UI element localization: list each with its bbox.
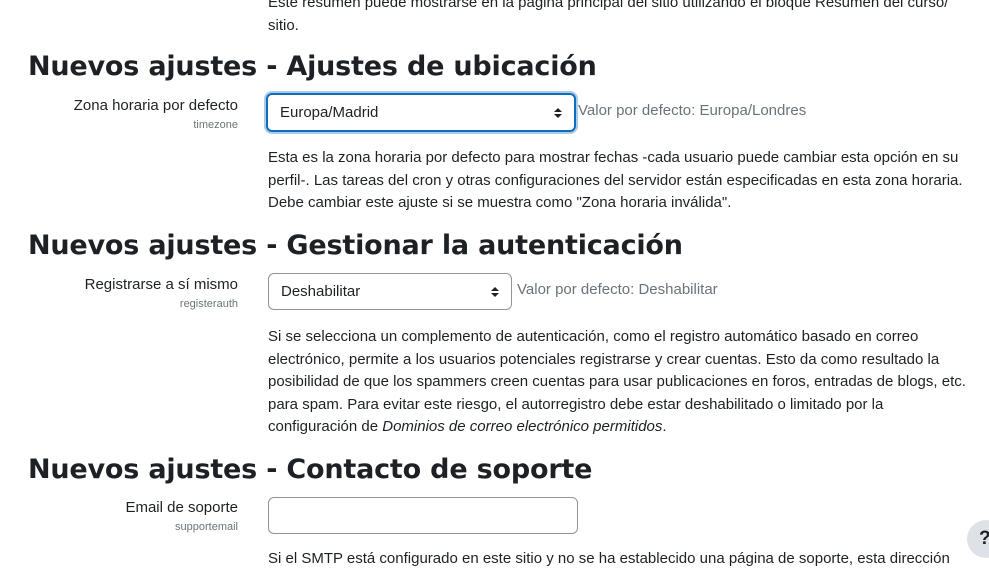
timezone-select-value: Europa/Madrid bbox=[280, 104, 379, 121]
supportemail-description: Si el SMTP está configurado en este siti… bbox=[268, 550, 950, 567]
registerauth-description: Si se selecciona un complemento de auten… bbox=[268, 326, 968, 439]
select-arrows-icon bbox=[554, 107, 562, 118]
supportemail-input[interactable] bbox=[268, 497, 578, 534]
help-icon: ? bbox=[979, 528, 989, 550]
registerauth-select-value: Deshabilitar bbox=[281, 283, 361, 300]
allowed-email-domains-link: Dominios de correo electrónico permitido… bbox=[382, 418, 663, 435]
registerauth-select[interactable]: Deshabilitar bbox=[268, 273, 512, 310]
registerauth-label: Registrarse a sí mismo bbox=[84, 276, 238, 293]
supportemail-label: Email de soporte bbox=[125, 499, 238, 516]
registerauth-default-value: Valor por defecto: Deshabilitar bbox=[517, 281, 718, 298]
section-heading-authentication: Nuevos ajustes - Gestionar la autenticac… bbox=[28, 230, 683, 261]
section-heading-location: Nuevos ajustes - Ajustes de ubicación bbox=[28, 51, 597, 82]
timezone-label: Zona horaria por defecto bbox=[73, 97, 238, 114]
timezone-sublabel: timezone bbox=[193, 119, 238, 131]
timezone-description: Esta es la zona horaria por defecto para… bbox=[268, 149, 963, 211]
help-button[interactable]: ? bbox=[967, 520, 989, 558]
timezone-default-value: Valor por defecto: Europa/Londres bbox=[578, 102, 807, 119]
registerauth-sublabel: registerauth bbox=[179, 298, 238, 310]
supportemail-sublabel: supportemail bbox=[175, 521, 238, 533]
course-summary-description-line1: Este resumen puede mostrarse en la págin… bbox=[268, 0, 949, 11]
registerauth-description-end: . bbox=[662, 418, 667, 435]
timezone-select[interactable]: Europa/Madrid bbox=[266, 93, 576, 132]
course-summary-description: Este resumen puede mostrarse en la págin… bbox=[268, 0, 968, 37]
select-arrows-icon bbox=[491, 286, 499, 297]
section-heading-support: Nuevos ajustes - Contacto de soporte bbox=[28, 454, 593, 485]
course-summary-description-line2: sitio. bbox=[268, 16, 299, 34]
